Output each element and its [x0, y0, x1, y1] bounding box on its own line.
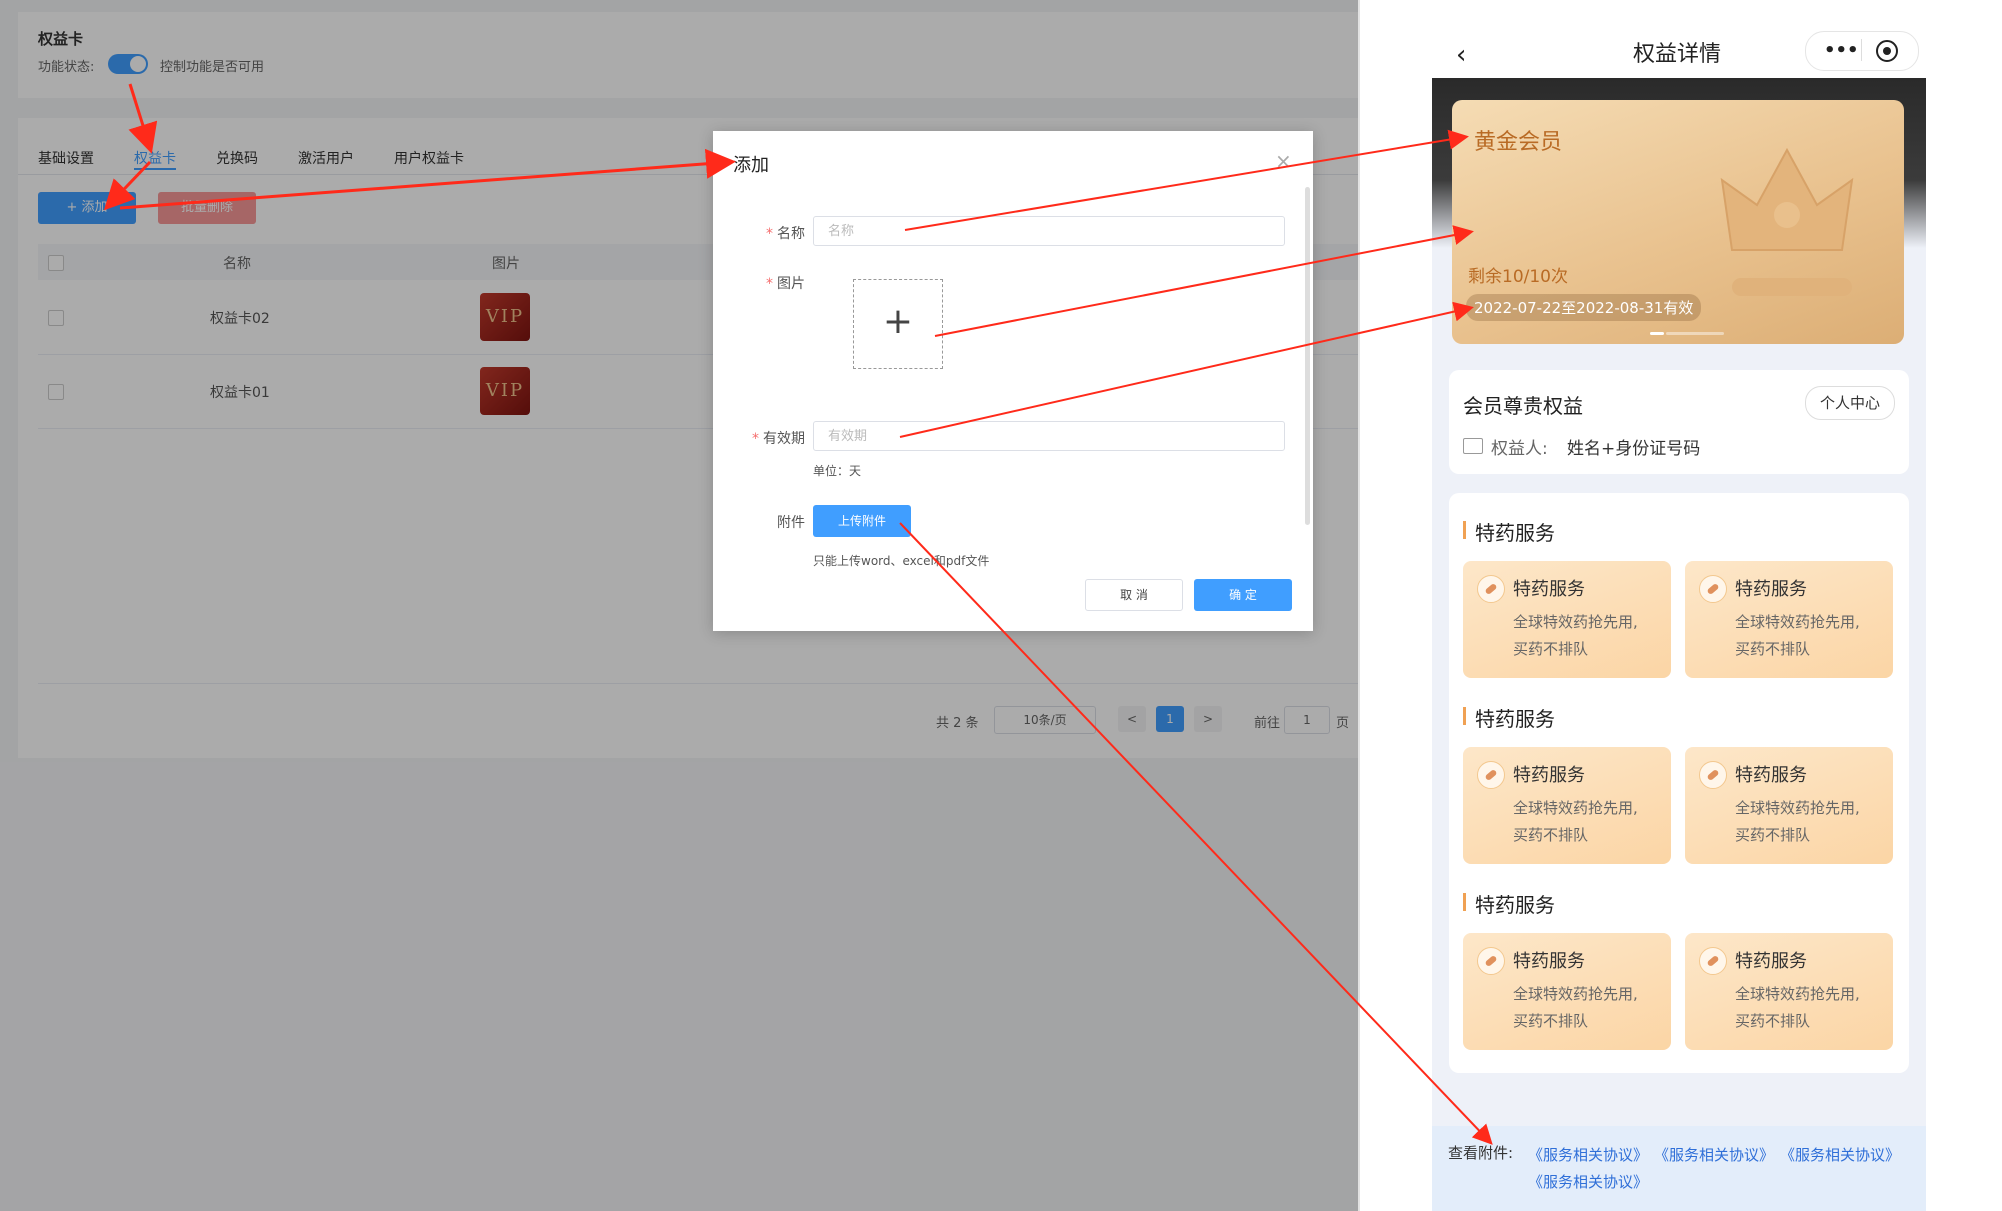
arrow-toggle-to-tab [128, 83, 158, 154]
arrow-image-to-card [934, 225, 1474, 337]
arrow-add-to-dialog [119, 148, 736, 210]
arrow-name-to-level [904, 129, 1469, 231]
arrow-tab-to-add [103, 160, 152, 211]
arrow-upload-to-attachments [899, 522, 1493, 1145]
arrow-validity-to-badge [899, 301, 1474, 438]
annotation-arrows [103, 83, 1493, 1145]
